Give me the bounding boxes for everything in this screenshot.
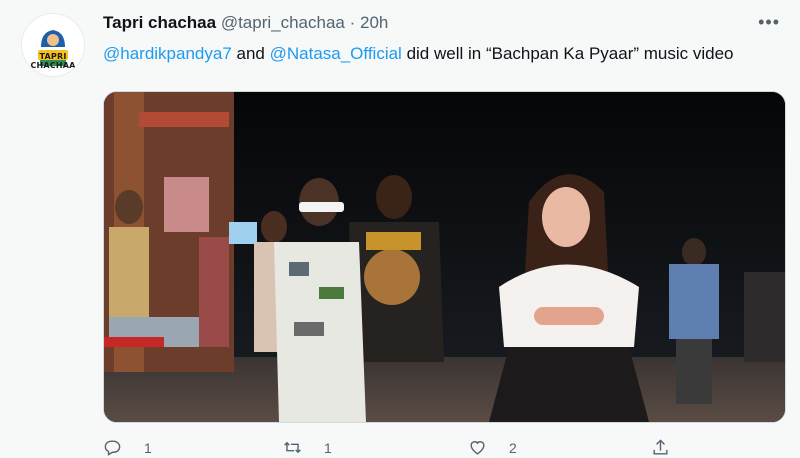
like-count: 2	[509, 439, 517, 456]
mention-natasa-official[interactable]: @Natasa_Official	[270, 44, 402, 63]
avatar-logo-text: TAPRI CHACHAA	[30, 52, 76, 70]
like-button[interactable]: 2	[468, 438, 517, 457]
tweet-image[interactable]	[103, 91, 786, 423]
more-icon: •••	[758, 12, 780, 32]
reply-count: 1	[144, 439, 152, 456]
tweet[interactable]: TAPRI CHACHAA Tapri chachaa @tapri_chach…	[0, 0, 800, 456]
music-video-still	[104, 92, 785, 422]
retweet-button[interactable]: 1	[283, 438, 332, 457]
separator-dot: ·	[349, 13, 356, 32]
mention-hardikpandya7[interactable]: @hardikpandya7	[103, 44, 232, 63]
tweet-text-rest: did well in “Bachpan Ka Pyaar” music vid…	[401, 44, 734, 63]
avatar[interactable]: TAPRI CHACHAA	[22, 14, 84, 76]
retweet-icon	[284, 441, 301, 454]
display-name[interactable]: Tapri chachaa	[103, 13, 216, 32]
reply-icon	[104, 440, 121, 456]
tweet-text-and: and	[231, 44, 270, 63]
more-options-button[interactable]: •••	[758, 12, 780, 33]
share-icon	[653, 439, 668, 455]
retweet-count: 1	[324, 439, 332, 456]
user-handle[interactable]: @tapri_chachaa	[221, 13, 345, 32]
tweet-header: Tapri chachaa @tapri_chachaa · 20h	[103, 13, 388, 33]
share-button[interactable]	[651, 438, 670, 457]
timestamp[interactable]: 20h	[360, 13, 388, 32]
tweet-actions: 1 1 2	[103, 438, 763, 458]
tweet-text: @hardikpandya7 and @Natasa_Official did …	[103, 42, 763, 65]
reply-button[interactable]: 1	[103, 438, 152, 457]
heart-icon	[470, 441, 485, 455]
